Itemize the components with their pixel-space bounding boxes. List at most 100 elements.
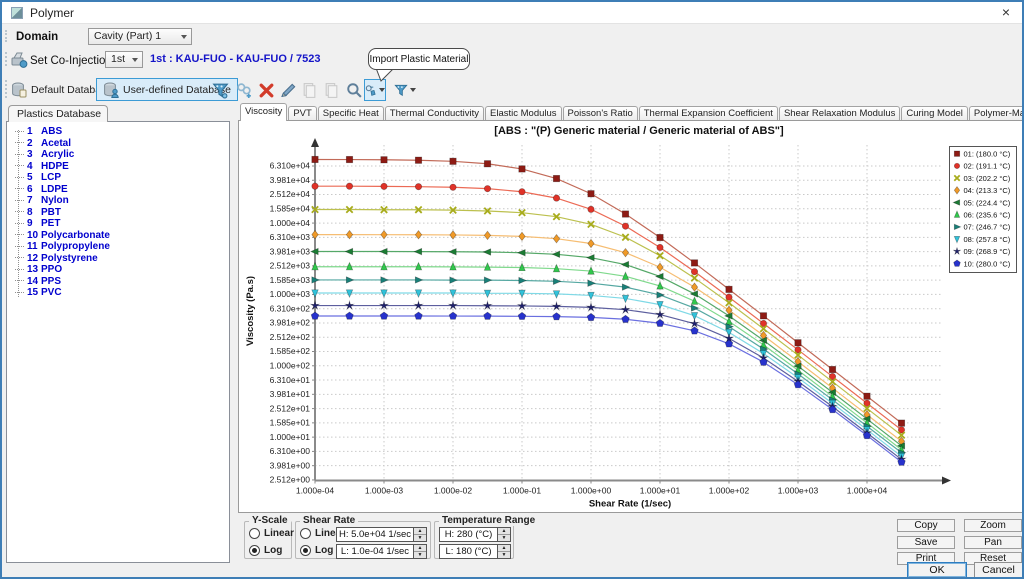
tab-pvt[interactable]: PVT [288,106,316,120]
series-05 [311,248,905,449]
x-tick-label: 1.000e+02 [709,486,750,496]
tab-poisson-s-ratio[interactable]: Poisson's Ratio [563,106,638,120]
tab-elastic-modulus[interactable]: Elastic Modulus [485,106,562,120]
tree-item-number: 9 [27,218,41,230]
tree-item-label: Polypropylene [41,241,110,252]
y-tick-label: 1.585e+04 [270,204,311,214]
shear-rate-group-label: Shear Rate [300,515,358,526]
tree-item-nylon[interactable]: 7Nylon [7,195,229,207]
tab-viscosity[interactable]: Viscosity [240,103,287,121]
paste-icon [320,79,342,101]
tree-item-number: 12 [27,253,41,265]
tab-specific-heat[interactable]: Specific Heat [318,106,384,120]
tab-thermal-conductivity[interactable]: Thermal Conductivity [385,106,484,120]
tree-item-pet[interactable]: 9PET [7,218,229,230]
legend-item-label: 01: (180.0 °C) [964,150,1011,159]
cancel-button[interactable]: Cancel [974,562,1023,578]
series-09 [311,301,906,463]
delete-icon[interactable] [255,79,277,101]
tree-item-number: 1 [27,126,41,138]
tree-item-pps[interactable]: 14PPS [7,276,229,288]
tree-item-hdpe[interactable]: 4HDPE [7,161,229,173]
tree-item-pbt[interactable]: 8PBT [7,207,229,219]
tree-item-number: 4 [27,161,41,173]
viscosity-chart[interactable]: 6.310e+043.981e+042.512e+041.585e+041.00… [239,121,1023,512]
tree-item-lcp[interactable]: 5LCP [7,172,229,184]
tree-item-pvc[interactable]: 15PVC [7,287,229,299]
tab-thermal-expansion-coefficient[interactable]: Thermal Expansion Coefficient [639,106,778,120]
ok-button[interactable]: OK [907,562,967,578]
clone-material-icon[interactable] [233,79,255,101]
shear-rate-group: Shear Rate Linear Log H: 5.0e+04 1/sec ▲… [295,521,431,559]
tree-item-polystyrene[interactable]: 12Polystyrene [7,253,229,265]
filter-menu-icon[interactable] [394,79,416,101]
tree-item-abs[interactable]: 1ABS [7,126,229,138]
filter-add-icon[interactable] [209,79,231,101]
search-icon[interactable] [343,79,365,101]
x-tick-label: 1.000e-04 [296,486,335,496]
spinner-arrows-icon[interactable]: ▲▼ [413,528,426,541]
tree-branch-icon [15,165,24,166]
zoom-button[interactable]: Zoom [964,519,1022,532]
row-gripper [5,30,8,42]
spinner-arrows-icon[interactable]: ▲▼ [413,545,426,558]
y-scale-linear-radio[interactable]: Linear [249,528,294,539]
shear-rate-log-radio[interactable]: Log [300,545,333,556]
plastics-database-tab[interactable]: Plastics Database [8,105,108,122]
y-tick-label: 3.981e+00 [270,460,311,470]
pan-button[interactable]: Pan [964,536,1022,549]
y-scale-log-radio[interactable]: Log [249,545,282,556]
close-icon[interactable]: × [1002,4,1010,20]
tree-item-acetal[interactable]: 2Acetal [7,138,229,150]
y-axis-label: Viscosity (Pa.s) [245,276,256,346]
tree-item-label: PBT [41,207,61,218]
save-button[interactable]: Save [897,536,955,549]
tree-item-polypropylene[interactable]: 11Polypropylene [7,241,229,253]
tooltip-tail [372,68,396,82]
x-tick-label: 1.000e-01 [503,486,542,496]
copy-button[interactable]: Copy [897,519,955,532]
y-tick-label: 3.981e+02 [270,318,311,328]
tree-branch-icon [15,223,24,224]
tree-branch-icon [15,280,24,281]
edit-icon[interactable] [277,79,299,101]
tab-shear-relaxation-modulus[interactable]: Shear Relaxation Modulus [779,106,900,120]
chevron-down-icon [132,58,138,62]
tab-curing-model[interactable]: Curing Model [901,106,968,120]
domain-label: Domain [16,31,58,43]
dropdown-caret-icon[interactable] [410,88,416,92]
shear-rate-low-spinner[interactable]: L: 1.0e-04 1/sec ▲▼ [336,544,427,559]
spinner-arrows-icon[interactable]: ▲▼ [497,545,510,558]
import-plastic-material-icon[interactable] [364,79,386,101]
y-tick-label: 1.000e+02 [270,360,311,370]
x-tick-label: 1.000e+04 [847,486,888,496]
dropdown-caret-icon[interactable] [379,88,385,92]
tree-item-ldpe[interactable]: 6LDPE [7,184,229,196]
temperature-low-spinner[interactable]: L: 180 (°C) ▲▼ [439,544,511,559]
tree-item-polycarbonate[interactable]: 10Polycarbonate [7,230,229,242]
spinner-arrows-icon[interactable]: ▲▼ [497,528,510,541]
tree-branch-icon [15,234,24,235]
viscosity-tab-content: 6.310e+043.981e+042.512e+041.585e+041.00… [238,120,1024,513]
tree-item-number: 14 [27,276,41,288]
temperature-high-spinner[interactable]: H: 280 (°C) ▲▼ [439,527,511,542]
y-tick-label: 1.585e+02 [270,346,311,356]
tree-item-label: Polystyrene [41,253,98,264]
tree-item-number: 13 [27,264,41,276]
tree-item-label: PET [41,218,60,229]
tree-item-ppo[interactable]: 13PPO [7,264,229,276]
database-user-icon [103,82,119,98]
x-tick-label: 1.000e+01 [640,486,681,496]
tree-item-label: Acetal [41,138,71,149]
tab-polymer-material-parameters[interactable]: Polymer-Material Parameters [969,106,1024,120]
tree-branch-icon [15,269,24,270]
domain-select[interactable]: Cavity (Part) 1 [88,28,192,45]
y-tick-label: 6.310e+01 [270,375,311,385]
shear-rate-high-spinner[interactable]: H: 5.0e+04 1/sec ▲▼ [336,527,427,542]
x-tick-label: 1.000e+03 [778,486,819,496]
tree-item-acrylic[interactable]: 3Acrylic [7,149,229,161]
y-tick-label: 1.585e+03 [270,275,311,285]
co-injection-select[interactable]: 1st [105,51,143,68]
tree-branch-icon [15,177,24,178]
tree-item-label: LCP [41,172,61,183]
